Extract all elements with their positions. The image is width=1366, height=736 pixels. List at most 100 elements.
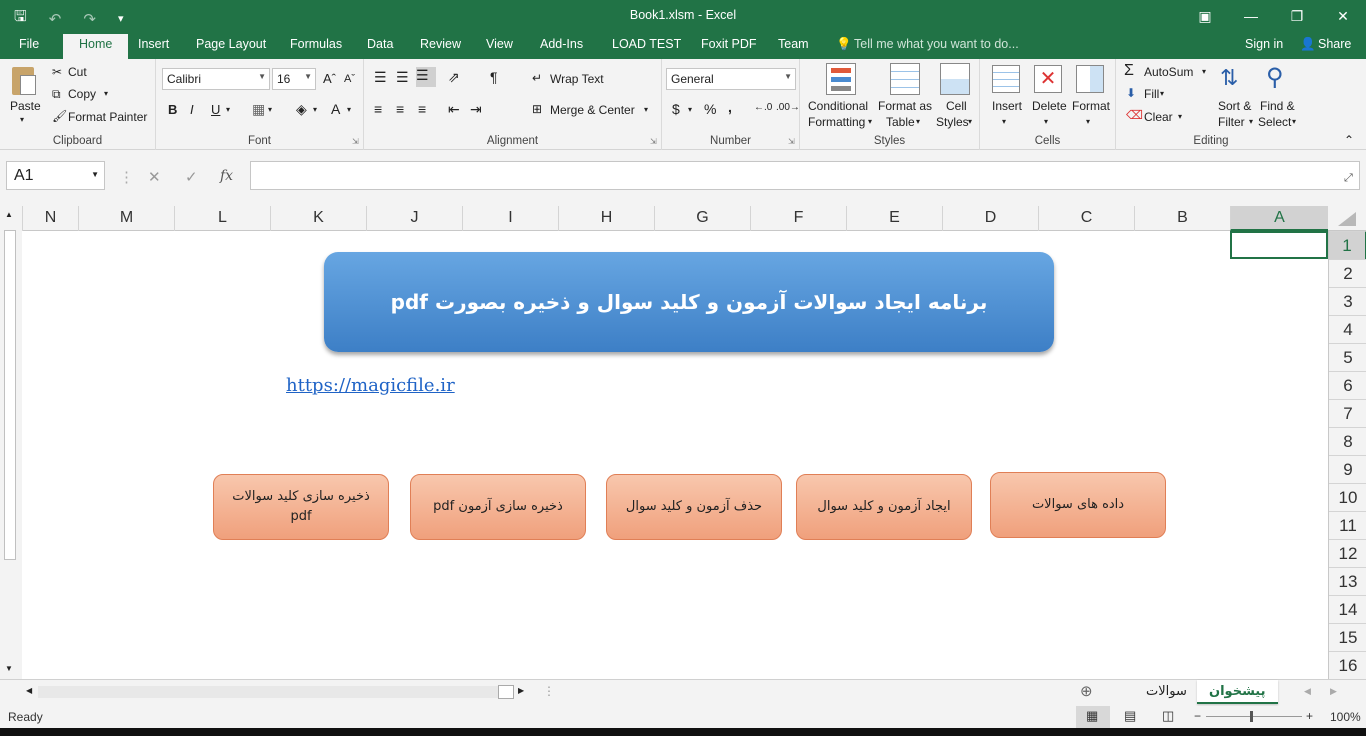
row-header-10[interactable]: 10 xyxy=(1329,483,1366,511)
tab-split-grip-icon[interactable]: ⋮ xyxy=(543,684,555,698)
underline-button[interactable]: U xyxy=(211,102,220,117)
paste-button[interactable]: Paste xyxy=(10,99,41,113)
formula-input[interactable] xyxy=(250,161,1360,190)
minimize-icon[interactable]: — xyxy=(1228,0,1274,32)
zoom-slider[interactable] xyxy=(1206,716,1302,717)
insert-function-button[interactable]: fx xyxy=(220,168,233,184)
row-header-13[interactable]: 13 xyxy=(1329,567,1366,595)
cancel-icon[interactable]: ✕ xyxy=(148,168,161,186)
sort-filter-button-line2[interactable]: Filter xyxy=(1218,115,1245,129)
column-header-j[interactable]: J xyxy=(366,206,462,231)
paste-dropdown-icon[interactable]: ▾ xyxy=(20,115,24,124)
tab-file[interactable]: File xyxy=(19,37,39,51)
worksheet-grid[interactable]: برنامه ایجاد سوالات آزمون و کلید سوال و … xyxy=(22,231,1328,679)
find-select-icon[interactable]: ⚲ xyxy=(1266,63,1284,92)
borders-dropdown-icon[interactable]: ▾ xyxy=(268,105,272,114)
column-header-k[interactable]: K xyxy=(270,206,366,231)
column-header-b[interactable]: B xyxy=(1134,206,1230,231)
ribbon-display-options-icon[interactable]: ▣ xyxy=(1182,0,1228,32)
cell-styles-button-line2[interactable]: Styles xyxy=(936,115,969,129)
column-header-f[interactable]: F xyxy=(750,206,846,231)
row-header-1[interactable]: 1 xyxy=(1329,231,1366,259)
merge-dropdown-icon[interactable]: ▾ xyxy=(644,105,648,114)
autosum-dropdown-icon[interactable]: ▾ xyxy=(1202,67,1206,76)
enter-icon[interactable]: ✓ xyxy=(185,168,198,186)
row-header-9[interactable]: 9 xyxy=(1329,455,1366,483)
tab-foxit-pdf[interactable]: Foxit PDF xyxy=(701,37,757,51)
tell-me-box[interactable]: Tell me what you want to do... xyxy=(854,37,1019,51)
row-header-5[interactable]: 5 xyxy=(1329,343,1366,371)
bold-button[interactable]: B xyxy=(168,102,177,117)
shrink-font-icon[interactable]: Aˇ xyxy=(344,73,355,85)
format-cells-button[interactable]: Format xyxy=(1072,99,1110,113)
format-as-table-icon[interactable] xyxy=(890,63,920,95)
format-as-table-button[interactable]: Format as xyxy=(878,99,932,113)
column-header-i[interactable]: I xyxy=(462,206,558,231)
autosum-button[interactable]: AutoSum xyxy=(1144,65,1193,79)
column-header-n[interactable]: N xyxy=(22,206,78,231)
copy-dropdown-icon[interactable]: ▾ xyxy=(104,89,108,98)
column-header-c[interactable]: C xyxy=(1038,206,1134,231)
column-header-d[interactable]: D xyxy=(942,206,1038,231)
row-header-11[interactable]: 11 xyxy=(1329,511,1366,539)
zoom-level[interactable]: 100% xyxy=(1330,710,1361,724)
tab-add-ins[interactable]: Add-Ins xyxy=(540,37,583,51)
sheet-tab-questions[interactable]: سوالات xyxy=(1134,680,1199,704)
borders-icon[interactable]: ▦ xyxy=(252,101,265,118)
tab-insert[interactable]: Insert xyxy=(138,37,169,51)
paste-icon[interactable] xyxy=(10,65,40,97)
zoom-out-icon[interactable]: − xyxy=(1194,709,1201,723)
delete-cells-icon[interactable]: ✕ xyxy=(1034,65,1062,93)
new-sheet-icon[interactable]: ⊕ xyxy=(1080,682,1093,700)
column-header-l[interactable]: L xyxy=(174,206,270,231)
format-painter-button[interactable]: Format Painter xyxy=(68,110,147,124)
column-header-h[interactable]: H xyxy=(558,206,654,231)
font-color-dropdown-icon[interactable]: ▾ xyxy=(347,105,351,114)
sheet-nav-prev-icon[interactable]: ◀ xyxy=(1304,686,1311,697)
scroll-up-icon[interactable]: ▲ xyxy=(5,210,13,219)
vertical-scrollbar[interactable]: ▲ ▼ xyxy=(0,206,22,679)
format-cells-icon[interactable] xyxy=(1076,65,1104,93)
row-header-8[interactable]: 8 xyxy=(1329,427,1366,455)
fill-color-dropdown-icon[interactable]: ▾ xyxy=(313,105,317,114)
sheet-nav-next-icon[interactable]: ▶ xyxy=(1330,686,1337,697)
questions-data-button[interactable]: داده های سوالات xyxy=(990,472,1166,538)
fill-button[interactable]: Fill xyxy=(1144,87,1159,101)
vertical-scroll-thumb[interactable] xyxy=(4,230,16,560)
name-box[interactable]: A1 ▼ xyxy=(6,161,105,190)
conditional-formatting-button-line2[interactable]: Formatting xyxy=(808,115,865,129)
select-all-corner[interactable] xyxy=(1328,206,1366,231)
align-center-icon[interactable]: ≡ xyxy=(396,101,404,117)
row-header-12[interactable]: 12 xyxy=(1329,539,1366,567)
currency-dropdown-icon[interactable]: ▾ xyxy=(688,105,692,114)
merge-center-button[interactable]: Merge & Center xyxy=(550,103,635,117)
scroll-down-icon[interactable]: ▼ xyxy=(5,664,13,673)
hscroll-right-icon[interactable]: ▶ xyxy=(518,686,524,695)
find-select-dropdown-icon[interactable]: ▾ xyxy=(1292,117,1296,126)
delete-dropdown-icon[interactable]: ▾ xyxy=(1044,117,1048,126)
wrap-text-button[interactable]: Wrap Text xyxy=(550,72,604,86)
sort-filter-dropdown-icon[interactable]: ▾ xyxy=(1249,117,1253,126)
clear-dropdown-icon[interactable]: ▾ xyxy=(1178,112,1182,121)
tab-page-layout[interactable]: Page Layout xyxy=(196,37,266,51)
row-header-2[interactable]: 2 xyxy=(1329,259,1366,287)
cell-styles-dropdown-icon[interactable]: ▾ xyxy=(968,117,972,126)
align-middle-icon[interactable]: ☰ xyxy=(396,69,409,86)
page-break-view-icon[interactable]: ◫ xyxy=(1162,708,1174,724)
normal-view-icon[interactable]: ▦ xyxy=(1076,706,1110,728)
name-box-dropdown-icon[interactable]: ▼ xyxy=(91,170,99,179)
find-select-button[interactable]: Find & xyxy=(1260,99,1295,113)
tab-home[interactable]: Home xyxy=(63,34,129,59)
horizontal-scroll-track[interactable] xyxy=(38,686,498,698)
close-icon[interactable]: ✕ xyxy=(1320,0,1366,32)
format-as-table-dropdown-icon[interactable]: ▾ xyxy=(916,117,920,126)
currency-button[interactable]: $ xyxy=(672,101,680,117)
fill-dropdown-icon[interactable]: ▾ xyxy=(1160,89,1164,98)
hscroll-left-icon[interactable]: ◀ xyxy=(26,686,32,695)
tab-formulas[interactable]: Formulas xyxy=(290,37,342,51)
delete-exam-and-key-button[interactable]: حذف آزمون و کلید سوال xyxy=(606,474,782,540)
copy-button[interactable]: Copy xyxy=(68,87,96,101)
create-exam-and-key-button[interactable]: ایجاد آزمون و کلید سوال xyxy=(796,474,972,540)
tab-review[interactable]: Review xyxy=(420,37,461,51)
orientation-icon[interactable]: ⇗ xyxy=(448,69,460,86)
